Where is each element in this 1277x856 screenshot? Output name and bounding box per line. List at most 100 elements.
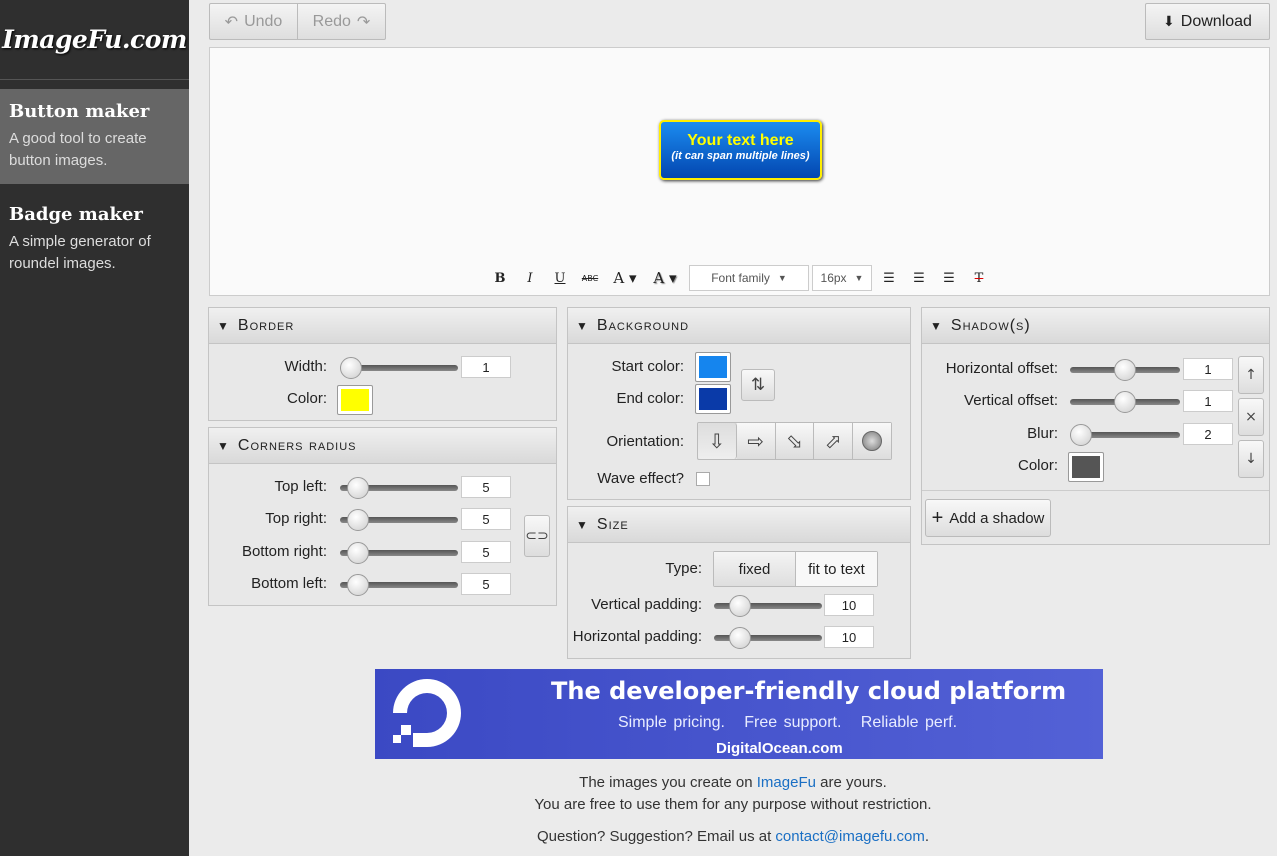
horizontal-offset-slider[interactable]: [1070, 359, 1180, 381]
bottom-right-label: Bottom right:: [241, 543, 327, 560]
horizontal-padding-input[interactable]: 10: [824, 626, 874, 648]
bottom-left-input[interactable]: 5: [461, 573, 511, 595]
slider-knob[interactable]: [729, 595, 751, 617]
align-center-button[interactable]: ☰: [904, 265, 934, 291]
bold-button[interactable]: B: [485, 265, 515, 291]
horizontal-offset-label: Horizontal offset:: [945, 360, 1058, 377]
top-left-slider[interactable]: [340, 477, 458, 499]
undo-button[interactable]: ↶ Undo: [209, 3, 298, 40]
border-width-label: Width:: [284, 358, 327, 375]
orientation-vertical[interactable]: ⇩: [698, 423, 737, 459]
shadow-color-swatch[interactable]: [1068, 452, 1104, 482]
blur-slider[interactable]: [1070, 424, 1180, 446]
tool-title: Badge maker: [9, 204, 143, 225]
slider-knob[interactable]: [340, 357, 362, 379]
slider-knob[interactable]: [729, 627, 751, 649]
horizontal-padding-label: Horizontal padding:: [572, 628, 702, 645]
swap-colors-button[interactable]: ⇅: [741, 369, 775, 401]
button-preview[interactable]: Your text here (it can span multiple lin…: [659, 120, 822, 180]
underline-button[interactable]: U: [545, 265, 575, 291]
panel-header[interactable]: ▼ Border: [209, 308, 556, 344]
size-type-fixed[interactable]: fixed: [714, 552, 796, 586]
italic-button[interactable]: I: [515, 265, 545, 291]
horizontal-offset-input[interactable]: 1: [1183, 358, 1233, 380]
panel-header[interactable]: ▼ Corners radius: [209, 428, 556, 464]
wave-effect-checkbox[interactable]: [696, 472, 710, 486]
align-left-icon: ☰: [883, 270, 895, 286]
sidebar-item-badge-maker[interactable]: Badge maker A simple generator of rounde…: [0, 184, 189, 287]
vertical-offset-slider[interactable]: [1070, 391, 1180, 413]
panel-header[interactable]: ▼ Background: [568, 308, 910, 344]
slider-knob[interactable]: [347, 509, 369, 531]
vertical-padding-slider[interactable]: [714, 595, 822, 617]
redo-button[interactable]: Redo ↷: [297, 3, 386, 40]
panel-header[interactable]: ▼ Size: [568, 507, 910, 543]
orientation-radial[interactable]: [853, 423, 891, 459]
panel-title: Border: [237, 316, 295, 334]
strikethrough-button[interactable]: ABC: [575, 265, 605, 291]
preview-line-2: (it can span multiple lines): [671, 150, 810, 162]
start-color-swatch[interactable]: [695, 352, 731, 382]
slider-knob[interactable]: [1070, 424, 1092, 446]
tool-desc: A good tool to create button images.: [9, 130, 147, 169]
contact-email-link[interactable]: contact@imagefu.com: [775, 828, 924, 845]
orientation-diagonal-down[interactable]: ⬂: [775, 423, 815, 459]
slider-knob[interactable]: [1114, 359, 1136, 381]
slider-knob[interactable]: [347, 574, 369, 596]
divider: [922, 490, 1269, 491]
size-type-fit[interactable]: fit to text: [796, 552, 877, 586]
border-width-slider[interactable]: [340, 357, 458, 379]
top-right-input[interactable]: 5: [461, 508, 511, 530]
arrow-up-icon: ↑: [1245, 367, 1257, 383]
vertical-offset-input[interactable]: 1: [1183, 390, 1233, 412]
border-width-input[interactable]: 1: [461, 356, 511, 378]
slider-knob[interactable]: [347, 542, 369, 564]
slider-knob[interactable]: [347, 477, 369, 499]
border-panel: ▼ Border Width: 1 Color:: [208, 307, 557, 421]
chevron-down-icon: ▼: [854, 273, 864, 283]
orientation-horizontal[interactable]: ⇨: [736, 423, 776, 459]
top-right-slider[interactable]: [340, 509, 458, 531]
bottom-right-slider[interactable]: [340, 542, 458, 564]
size-panel: ▼ Size Type: fixed fit to text Vertical p…: [567, 506, 911, 659]
shadow-remove-button[interactable]: ×: [1238, 398, 1264, 436]
top-left-input[interactable]: 5: [461, 476, 511, 498]
shadow-move-up-button[interactable]: ↑: [1238, 356, 1264, 394]
bottom-left-slider[interactable]: [340, 574, 458, 596]
link-corners-button[interactable]: ⊂⊃: [524, 515, 550, 557]
sidebar-item-button-maker[interactable]: Button maker A good tool to create butto…: [0, 89, 189, 184]
logo[interactable]: ImageFu.com: [0, 0, 189, 80]
bottom-left-label: Bottom left:: [251, 575, 327, 592]
blur-label: Blur:: [1027, 425, 1058, 442]
horizontal-padding-slider[interactable]: [714, 627, 822, 649]
clear-format-button[interactable]: T: [964, 265, 994, 291]
download-icon: ⬇: [1163, 13, 1175, 29]
bottom-right-input[interactable]: 5: [461, 541, 511, 563]
align-right-button[interactable]: ☰: [934, 265, 964, 291]
imagefu-link[interactable]: ImageFu: [757, 774, 816, 791]
add-shadow-button[interactable]: + Add a shadow: [925, 499, 1051, 537]
size-type-label: Type:: [665, 560, 702, 577]
orientation-diagonal-up[interactable]: ⬀: [814, 423, 854, 459]
panel-title: Shadow(s): [950, 316, 1031, 334]
ad-banner[interactable]: The developer-friendly cloud platform Si…: [375, 669, 1103, 759]
blur-input[interactable]: 2: [1183, 423, 1233, 445]
footer-text: Question? Suggestion? Email us at: [536, 828, 776, 845]
swatch-fill: [699, 356, 727, 378]
collapse-icon: ▼: [930, 318, 943, 333]
align-left-button[interactable]: ☰: [874, 265, 904, 291]
border-color-swatch[interactable]: [337, 385, 373, 415]
shadow-move-down-button[interactable]: ↓: [1238, 440, 1264, 478]
font-family-select[interactable]: Font family ▼: [689, 265, 809, 291]
download-button[interactable]: ⬇ Download: [1145, 3, 1270, 40]
font-size-select[interactable]: 16px ▼: [812, 265, 872, 291]
text-shadow-color-button[interactable]: A ▾: [645, 265, 685, 291]
vertical-padding-input[interactable]: 10: [824, 594, 874, 616]
preview-canvas: Your text here (it can span multiple lin…: [209, 47, 1270, 296]
end-color-swatch[interactable]: [695, 384, 731, 414]
slider-knob[interactable]: [1114, 391, 1136, 413]
text-color-button[interactable]: A ▾: [605, 265, 645, 291]
preview-line-1: Your text here: [687, 132, 794, 149]
footer-text: .: [924, 828, 930, 845]
panel-header[interactable]: ▼ Shadow(s): [922, 308, 1269, 344]
